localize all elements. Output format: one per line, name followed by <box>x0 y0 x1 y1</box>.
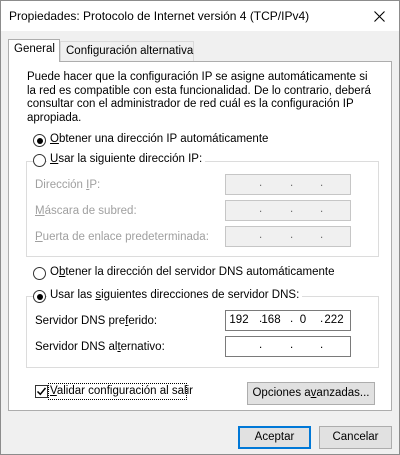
subnet-mask-label: Máscara de subred: <box>35 205 137 217</box>
ip-dot: . <box>320 339 324 351</box>
ip-segment: 192 <box>229 314 249 326</box>
dns-auto-radio[interactable] <box>33 267 46 280</box>
advanced-options-button[interactable]: Opciones avanzadas... <box>247 382 375 405</box>
ip-address-label: Dirección IP: <box>35 179 101 191</box>
properties-dialog: Propiedades: Protocolo de Internet versi… <box>0 0 400 455</box>
window-title: Propiedades: Protocolo de Internet versi… <box>9 9 310 23</box>
ip-address-input[interactable]: . . . <box>225 174 351 195</box>
ip-dot: . <box>290 177 294 189</box>
dns-auto-label[interactable]: Obtener la dirección del servidor DNS au… <box>50 266 334 278</box>
ip-segment: 168 <box>261 314 281 326</box>
validate-label[interactable]: Validar configuración al salir <box>50 385 193 397</box>
ip-dot: . <box>259 177 263 189</box>
dns-manual-radio[interactable] <box>33 290 46 303</box>
dns-manual-group <box>26 296 379 368</box>
ip-segment: 222 <box>324 314 344 326</box>
alternate-dns-label: Servidor DNS alternativo: <box>35 341 165 353</box>
ip-manual-label[interactable]: Usar la siguiente dirección IP: <box>47 153 206 165</box>
ip-dot: . <box>259 229 263 241</box>
close-icon <box>373 10 385 22</box>
ip-segment: 0 <box>299 314 307 326</box>
ip-dot: . <box>259 339 263 351</box>
validate-checkbox[interactable] <box>35 385 48 398</box>
preferred-dns-input[interactable]: 192 . 168 . 0 . 222 <box>225 310 351 331</box>
ip-dot: . <box>259 203 263 215</box>
ip-dot: . <box>320 203 324 215</box>
ip-dot: . <box>290 203 294 215</box>
checkmark-icon <box>36 387 47 396</box>
dns-manual-label[interactable]: Usar las siguientes direcciones de servi… <box>47 289 303 301</box>
ip-auto-radio[interactable] <box>33 134 46 147</box>
ip-auto-label[interactable]: Obtener una dirección IP automáticamente <box>50 133 268 145</box>
ip-dot: . <box>320 229 324 241</box>
preferred-dns-label: Servidor DNS preferido: <box>35 315 158 327</box>
tab-alternate-configuration[interactable]: Configuración alternativa <box>60 41 194 62</box>
description-text: Puede hacer que la configuración IP se a… <box>27 71 371 124</box>
ip-dot: . <box>320 177 324 189</box>
cancel-button[interactable]: Cancelar <box>319 426 392 449</box>
default-gateway-label: Puerta de enlace predeterminada: <box>35 231 209 243</box>
tab-label: General <box>14 43 55 55</box>
subnet-mask-input[interactable]: . . . <box>225 200 351 221</box>
tab-label: Configuración alternativa <box>66 45 194 57</box>
ok-button[interactable]: Aceptar <box>238 426 311 449</box>
ip-manual-radio[interactable] <box>33 154 46 167</box>
close-button[interactable] <box>359 1 399 31</box>
tab-general[interactable]: General <box>8 39 60 62</box>
default-gateway-input[interactable]: . . . <box>225 226 351 247</box>
ip-dot: . <box>290 339 294 351</box>
ip-dot: . <box>290 229 294 241</box>
alternate-dns-input[interactable]: . . . <box>225 336 351 357</box>
title-bar[interactable]: Propiedades: Protocolo de Internet versi… <box>1 1 399 31</box>
